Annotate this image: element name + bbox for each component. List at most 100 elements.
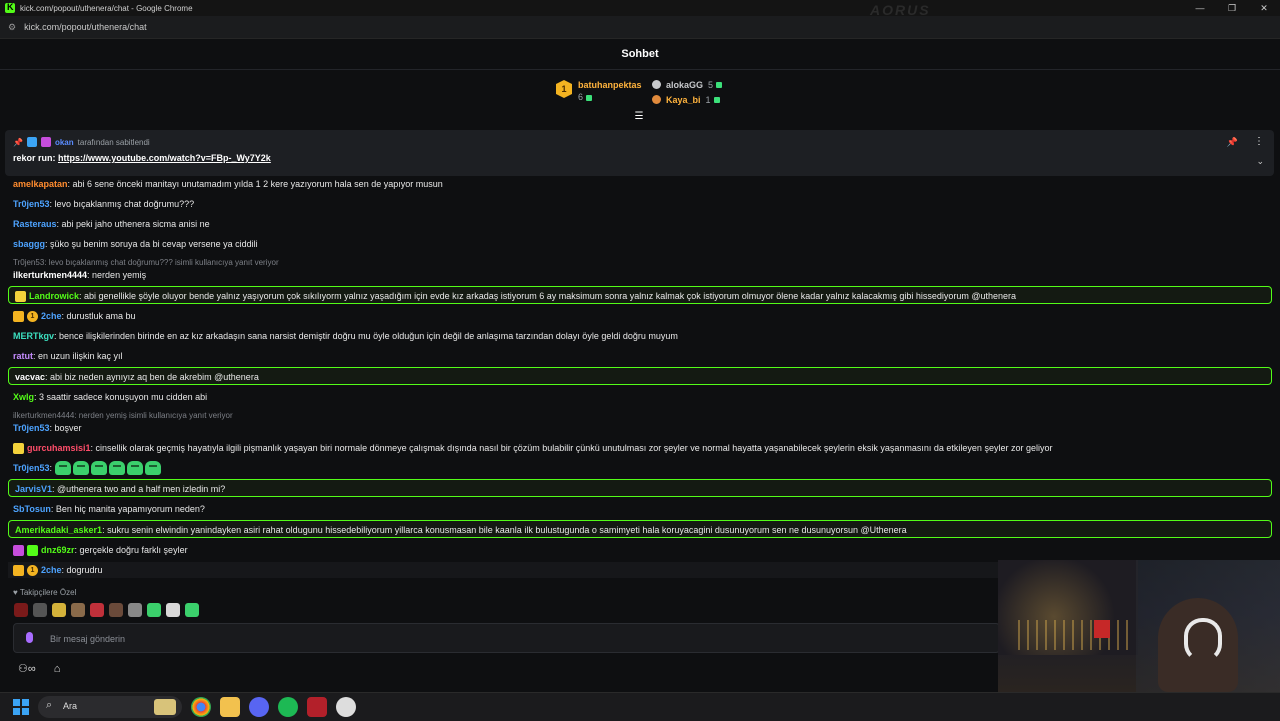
chat-username[interactable]: Tr0jen53: [13, 422, 50, 434]
emote-icon[interactable]: [147, 603, 161, 617]
pinned-message-prefix: rekor run:: [13, 153, 56, 163]
chat-username[interactable]: Rasteraus: [13, 218, 57, 230]
minimize-icon[interactable]: —: [1184, 0, 1216, 16]
chat-message-input[interactable]: [48, 630, 952, 648]
chat-bottom-toolbar: ⚇∞ ⌂: [18, 662, 78, 676]
chat-text: :: [49, 463, 53, 473]
browser-title-bar: kick.com/popout/uthenera/chat - Google C…: [0, 0, 1280, 18]
chat-text: : abi 6 sene önceki manitayı unutamadım …: [67, 179, 443, 189]
search-icon: ⌕: [46, 699, 53, 711]
chat-text: : en uzun ilişkin kaç yıl: [33, 351, 123, 361]
chat-username[interactable]: vacvac: [15, 371, 45, 383]
netflix-app-icon[interactable]: [307, 697, 327, 717]
chat-text: : dogrudru: [61, 565, 103, 575]
chat-text: : abi biz neden aynıyız aq ben de akrebi…: [45, 372, 259, 382]
leaderboard-third-count: 1: [705, 94, 711, 105]
emote-settings-icon[interactable]: ⚇∞: [18, 662, 36, 675]
unpin-icon[interactable]: 📌: [1227, 137, 1238, 148]
chevron-down-icon[interactable]: ⌄: [1256, 156, 1264, 167]
chat-username[interactable]: Landrowick: [29, 290, 79, 302]
store-icon[interactable]: ⌂: [54, 663, 61, 675]
emote-icon[interactable]: [109, 603, 123, 617]
chat-title: Sohbet: [621, 48, 659, 60]
chat-username[interactable]: sbaggg: [13, 238, 45, 250]
restore-icon[interactable]: ❐: [1216, 0, 1248, 16]
chat-username[interactable]: MERTkgv: [13, 330, 54, 342]
chat-username[interactable]: Xwlg: [13, 391, 34, 403]
chat-username[interactable]: JarvisV1: [15, 483, 52, 495]
chat-username[interactable]: ratut: [13, 350, 33, 362]
windows-start-icon[interactable]: [13, 699, 29, 715]
leaderboard-first-place[interactable]: 1 batuhanpektas 6: [556, 80, 642, 102]
chat-input-box[interactable]: [13, 623, 1000, 653]
emote-icon[interactable]: [128, 603, 142, 617]
emote-icon[interactable]: [127, 461, 144, 475]
taskbar-search[interactable]: ⌕ Ara: [38, 696, 182, 718]
chat-username[interactable]: 2che: [41, 310, 62, 322]
chat-username[interactable]: amelkapatan: [13, 178, 68, 190]
reply-context-text[interactable]: Tr0jen53: levo bıçaklanmış chat doğrumu?…: [13, 257, 279, 269]
chat-message-highlighted: Amerikadaki_asker1: sukru senin elwindin…: [8, 520, 1272, 538]
gifter-badge-icon: 1: [27, 564, 38, 576]
search-highlight-image: [154, 699, 176, 715]
chat-username[interactable]: Tr0jen53: [13, 198, 50, 210]
pin-icon: 📌: [13, 137, 23, 147]
more-options-icon[interactable]: ⋮: [1254, 136, 1264, 147]
chat-text: : @uthenera two and a half men izledin m…: [52, 484, 226, 494]
expand-leaderboard-icon[interactable]: ☰: [633, 112, 645, 122]
bronze-medal-icon: [652, 95, 661, 104]
discord-icon[interactable]: [249, 697, 269, 717]
reply-context-text[interactable]: ilkerturkmen4444: nerden yemiş isimli ku…: [13, 410, 233, 422]
chat-text: : abi peki jaho uthenera sicma anisi ne: [56, 219, 210, 229]
chat-username[interactable]: 2che: [41, 564, 62, 576]
gift-leaderboard: 1 batuhanpektas 6 alokaGG 5 Kaya_bi 1 ☰: [0, 74, 1280, 122]
site-settings-icon[interactable]: ⚙: [8, 22, 16, 33]
url-text[interactable]: kick.com/popout/uthenera/chat: [24, 22, 147, 32]
pinned-by-label: tarafından sabitlendi: [77, 137, 150, 147]
gold-medal-icon: 1: [556, 80, 572, 98]
chrome-icon[interactable]: [191, 697, 211, 717]
chat-username[interactable]: Tr0jen53: [13, 462, 50, 474]
window-title: kick.com/popout/uthenera/chat - Google C…: [20, 3, 193, 13]
flag-icon: [1094, 620, 1110, 638]
gift-badge-icon: [27, 544, 38, 556]
address-bar[interactable]: ⚙ kick.com/popout/uthenera/chat: [0, 16, 1280, 39]
leaderboard-second-place[interactable]: alokaGG 5: [652, 77, 723, 92]
file-explorer-icon[interactable]: [220, 697, 240, 717]
pinned-by-user[interactable]: okan: [55, 138, 74, 147]
chat-text: : nerden yemiş: [87, 270, 147, 280]
emote-icon[interactable]: [73, 461, 90, 475]
spotify-icon[interactable]: [278, 697, 298, 717]
gifter-badge-icon: 1: [27, 310, 38, 322]
emote-icon[interactable]: [91, 461, 108, 475]
chat-message-highlighted: vacvac: abi biz neden aynıyız aq ben de …: [8, 367, 1272, 385]
close-icon[interactable]: ✕: [1248, 0, 1280, 16]
chat-username[interactable]: gurcuhamsisi1: [27, 442, 91, 454]
emote-icon[interactable]: [71, 603, 85, 617]
chat-text: : şüko şu benim soruya da bi cevap verse…: [45, 239, 258, 249]
emote-icon[interactable]: [55, 461, 72, 475]
emote-icon[interactable]: [185, 603, 199, 617]
obs-icon[interactable]: [336, 697, 356, 717]
chat-text: : durustluk ama bu: [61, 311, 136, 321]
leaderboard-first-name: batuhanpektas: [578, 80, 642, 90]
chat-username[interactable]: dnz69zr: [41, 544, 75, 556]
microphone-icon[interactable]: [26, 632, 33, 643]
emote-icon[interactable]: [33, 603, 47, 617]
emote-icon[interactable]: [109, 461, 126, 475]
emote-icon[interactable]: [14, 603, 28, 617]
emote-icon[interactable]: [90, 603, 104, 617]
chat-text: : boşver: [49, 423, 82, 433]
leaderboard-third-name: Kaya_bi: [666, 94, 701, 105]
emote-icon[interactable]: [145, 461, 162, 475]
chat-username[interactable]: Amerikadaki_asker1: [15, 524, 102, 536]
sub-badge-icon: [40, 137, 51, 147]
emote-icon[interactable]: [52, 603, 66, 617]
chat-text: : abi genellikle şöyle oluyor bende yaln…: [79, 291, 1017, 301]
leaderboard-third-place[interactable]: Kaya_bi 1: [652, 92, 722, 107]
pinned-message-link[interactable]: https://www.youtube.com/watch?v=FBp-_Wy7…: [58, 153, 271, 163]
chat-username[interactable]: ilkerturkmen4444: [13, 269, 87, 281]
chat-text: : gerçekle doğru farklı şeyler: [74, 545, 188, 555]
chat-username[interactable]: SbTosun: [13, 503, 51, 515]
emote-icon[interactable]: [166, 603, 180, 617]
